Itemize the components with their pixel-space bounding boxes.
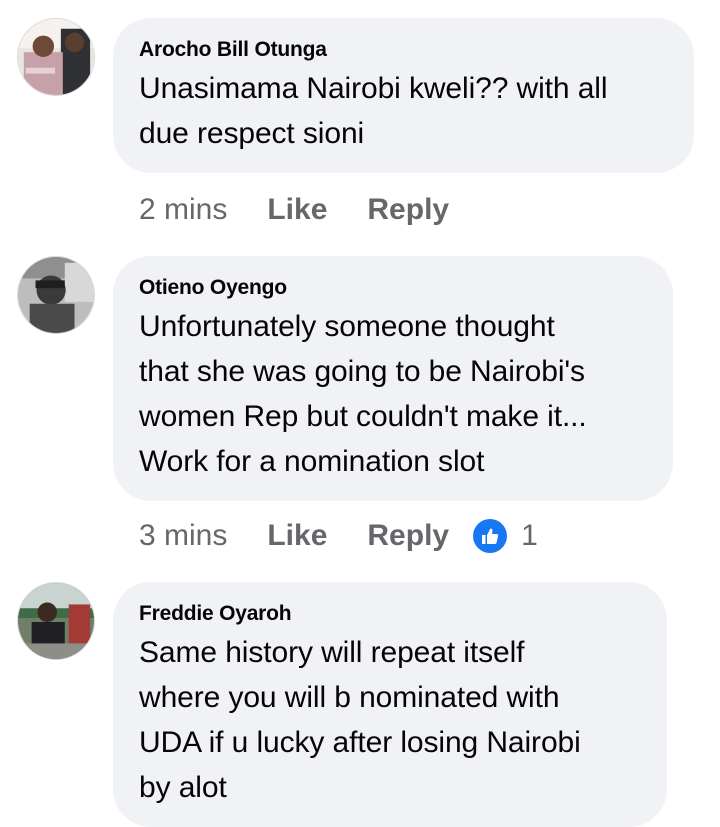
- comment-text: Same history will repeat itself where yo…: [139, 630, 641, 810]
- comment-actions: 2 mins Like Reply: [139, 190, 449, 230]
- like-button[interactable]: Like: [267, 519, 327, 553]
- comment-bubble: Arocho Bill Otunga Unasimama Nairobi kwe…: [113, 18, 694, 173]
- comment-text: Unasimama Nairobi kweli?? with all due r…: [139, 66, 668, 156]
- comment-author[interactable]: Arocho Bill Otunga: [139, 37, 668, 63]
- reaction-summary[interactable]: 1: [473, 519, 538, 553]
- avatar[interactable]: [17, 582, 95, 660]
- comment-text-line: Unfortunately someone thought: [139, 310, 555, 343]
- reaction-count: 1: [521, 519, 538, 552]
- comment-author[interactable]: Freddie Oyaroh: [139, 601, 641, 627]
- comment-text-line: due respect sioni: [139, 117, 365, 150]
- comment-text-line: Work for a nomination slot: [139, 445, 485, 478]
- comment-actions: 3 mins Like Reply 1: [139, 516, 538, 556]
- comment-text-line: Same history will repeat itself: [139, 636, 525, 669]
- avatar[interactable]: [17, 256, 95, 334]
- avatar-photo-2: [18, 257, 94, 333]
- comment-timestamp[interactable]: 3 mins: [139, 519, 227, 553]
- reply-button[interactable]: Reply: [367, 193, 449, 227]
- comment-text: Unfortunately someone thought that she w…: [139, 304, 647, 484]
- comment-text-line: Unasimama Nairobi kweli?? with all: [139, 72, 608, 105]
- comment-bubble: Otieno Oyengo Unfortunately someone thou…: [113, 256, 673, 501]
- comment-bubble: Freddie Oyaroh Same history will repeat …: [113, 582, 667, 827]
- reply-button[interactable]: Reply: [367, 519, 449, 553]
- like-thumbs-up-icon: [473, 519, 508, 553]
- comment-text-line: women Rep but couldn't make it...: [139, 400, 587, 433]
- comment-text-line: UDA if u lucky after losing Nairobi: [139, 726, 581, 759]
- like-button[interactable]: Like: [267, 193, 327, 227]
- comment-text-line: where you will b nominated with: [139, 681, 560, 714]
- comment-text-line: that she was going to be Nairobi's: [139, 355, 585, 388]
- avatar-photo-3: [18, 583, 94, 659]
- comment-timestamp[interactable]: 2 mins: [139, 193, 227, 227]
- avatar[interactable]: [17, 18, 95, 96]
- comment-author[interactable]: Otieno Oyengo: [139, 275, 647, 301]
- avatar-photo-1: [18, 19, 94, 95]
- comment-text-line: by alot: [139, 771, 227, 804]
